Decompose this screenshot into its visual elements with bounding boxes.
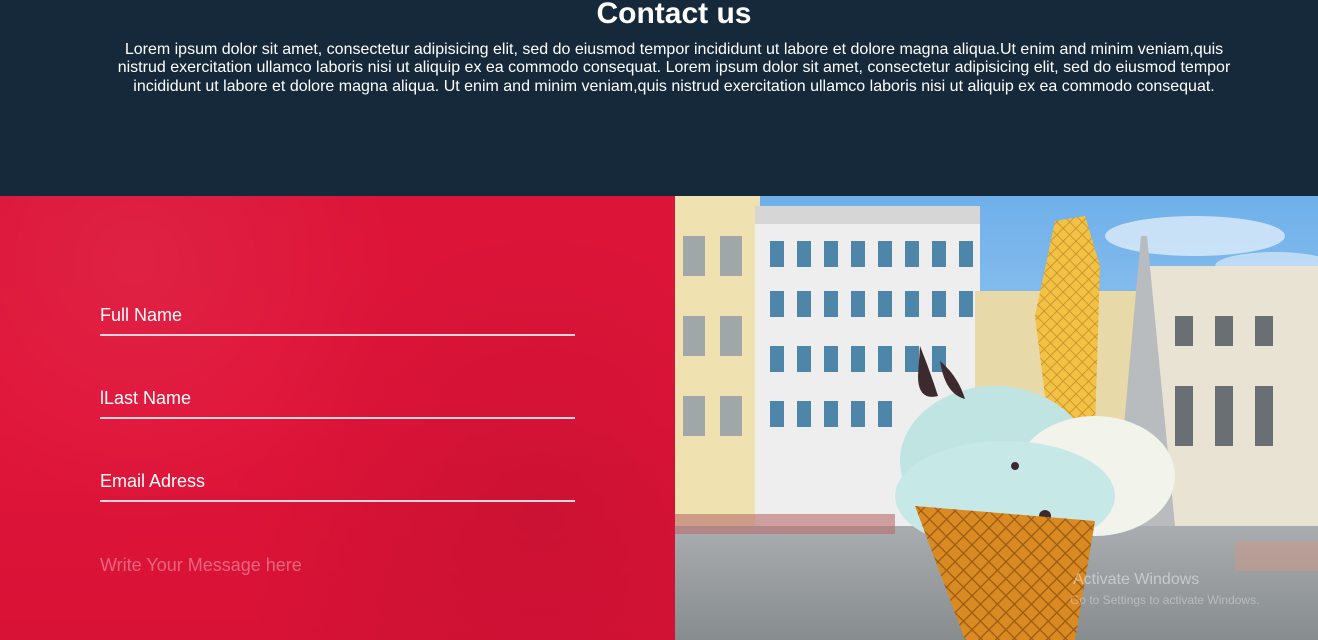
email-field[interactable]: Email Adress <box>100 470 575 502</box>
last-name-label: lLast Name <box>100 388 192 408</box>
contact-header: Contact us Lorem ipsum dolor sit amet, c… <box>0 0 1318 196</box>
ice-cream-illustration: Activate Windows Go to Settings to activ… <box>675 196 1318 640</box>
windows-watermark: Activate Windows <box>1073 571 1199 588</box>
contact-form-panel: Full Name lLast Name Email Adress Write … <box>0 196 675 640</box>
last-name-field[interactable]: lLast Name <box>100 387 575 419</box>
full-name-label: Full Name <box>100 305 183 325</box>
ice-cream-image: Activate Windows Go to Settings to activ… <box>675 196 1318 640</box>
windows-watermark-subtext: Go to Settings to activate Windows. <box>1070 593 1259 607</box>
message-textarea[interactable]: Write Your Message here <box>100 554 575 576</box>
full-name-field[interactable]: Full Name <box>100 304 575 336</box>
page-title: Contact us <box>596 0 752 30</box>
page-description: Lorem ipsum dolor sit amet, consectetur … <box>117 41 1231 95</box>
email-label: Email Adress <box>100 471 206 491</box>
